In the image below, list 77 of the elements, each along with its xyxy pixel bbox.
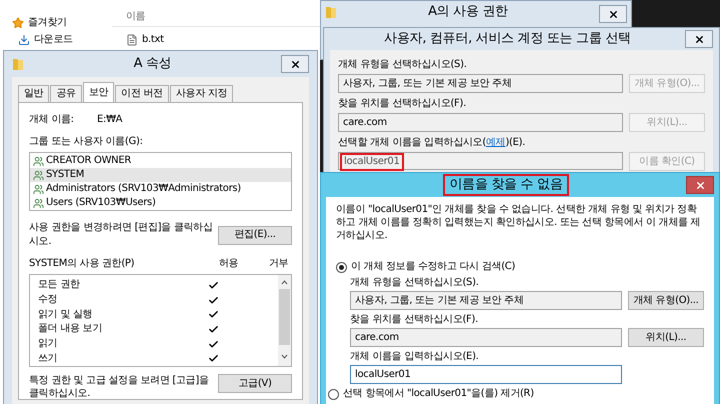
- allow-check-icon: [208, 280, 219, 291]
- close-button[interactable]: [686, 176, 714, 194]
- dialog-button[interactable]: 편집(E)...: [218, 226, 292, 244]
- location-label: 찾을 위치를 선택하십시오(F).: [338, 97, 467, 111]
- file-item[interactable]: b.txt: [112, 33, 178, 47]
- folder-icon: [325, 5, 337, 19]
- dialog-button[interactable]: 개체 유형(O)...: [628, 291, 704, 310]
- tab[interactable]: 이전 버전: [115, 85, 169, 102]
- close-button[interactable]: [281, 55, 309, 73]
- permission-name: 모든 권한: [37, 278, 81, 292]
- allow-check-icon: [208, 353, 219, 364]
- option-label: 선택 항목에서 "localUser01"을(를) 제거(R): [343, 387, 534, 401]
- radio-button[interactable]: [336, 262, 347, 272]
- groups-label: 그룹 또는 사용자 이름(G):: [29, 135, 144, 149]
- close-icon: [290, 58, 300, 70]
- permission-name: 읽기 및 실행: [37, 308, 94, 322]
- object-type-label: 개체 유형을 선택하십시오(S).: [350, 276, 480, 290]
- name-input[interactable]: localUser01: [350, 365, 622, 384]
- allow-check-icon: [208, 294, 219, 306]
- folder-icon: [12, 57, 24, 71]
- object-name: E:₩A: [97, 113, 122, 127]
- nav-item[interactable]: 즐겨찾기: [12, 16, 67, 30]
- object-name-label: 개체 이름:: [29, 113, 75, 127]
- tab[interactable]: 보안: [82, 82, 114, 102]
- tab[interactable]: 사용자 지정: [170, 85, 234, 102]
- file-icon: [126, 34, 138, 46]
- name-label: 개체 이름을 입력하십시오(E).: [350, 350, 480, 364]
- window-title: A의 사용 권한: [427, 5, 509, 19]
- location-field[interactable]: care.com: [350, 328, 622, 347]
- error-message: 이름이 "localUser01"인 개체를 찾을 수 없습니다. 선택한 개체 유형 및 위치가 정확하고 개체 이름를 정확히 입력했는지 확인하십시오. 또는 선택 항목에서 이 개체를 제거하십시오.: [336, 203, 702, 242]
- names-field[interactable]: localUser01: [340, 153, 404, 171]
- close-button[interactable]: [599, 5, 627, 23]
- close-icon: [694, 34, 704, 44]
- close-icon: [608, 8, 618, 20]
- advanced-hint: 특정 권한 및 고급 설정을 보려면 [고급]을 클릭하십시오.: [29, 374, 210, 400]
- object-type-label: 개체 유형을 선택하십시오(S).: [338, 58, 468, 72]
- column-header[interactable]: 이름: [112, 8, 320, 27]
- deny-header: 거부: [269, 257, 288, 271]
- permission-name: 수정: [37, 293, 58, 307]
- option-label: 이 개체 정보를 수정하고 다시 검색(C): [351, 260, 516, 274]
- allow-check-icon: [208, 309, 219, 320]
- dialog-button[interactable]: 고급(V): [218, 374, 292, 393]
- allow-check-icon: [208, 324, 219, 335]
- users-icon: [33, 198, 44, 208]
- nav-item[interactable]: 다운로드: [18, 33, 73, 47]
- close-button[interactable]: [685, 30, 713, 48]
- permissions-label: SYSTEM의 사용 권한(P): [29, 257, 136, 271]
- edit-hint: 사용 권한을 변경하려면 [편집]을 클릭하십시오.: [29, 221, 214, 249]
- star-icon: [12, 17, 24, 29]
- scrollbar[interactable]: [278, 275, 291, 366]
- window-title: 이름을 찾을 수 없음: [443, 174, 569, 196]
- group-row[interactable]: CREATOR OWNER: [30, 154, 291, 168]
- close-icon: [694, 180, 706, 190]
- permission-name: 쓰기: [37, 352, 58, 366]
- location-label: 찾을 위치를 선택하십시오(F).: [350, 313, 479, 327]
- download-icon: [18, 34, 30, 46]
- group-row[interactable]: SYSTEM: [30, 168, 291, 182]
- radio-button[interactable]: [328, 388, 339, 400]
- window-title: A 속성: [132, 57, 172, 71]
- permission-name: 폴더 내용 보기: [37, 322, 103, 336]
- object-type-field[interactable]: 사용자, 그룹, 또는 기본 제공 보안 주체: [338, 74, 623, 93]
- users-icon: [33, 156, 44, 166]
- examples-link[interactable]: 예제: [486, 137, 506, 148]
- users-icon: [33, 170, 44, 180]
- location-field[interactable]: care.com: [338, 113, 623, 132]
- window-title: 사용자, 컴퓨터, 서비스 계정 또는 그룹 선택: [383, 32, 632, 46]
- dialog-button[interactable]: 위치(L)...: [628, 328, 704, 347]
- users-icon: [33, 184, 44, 194]
- permission-name: 읽기: [37, 337, 58, 352]
- tab[interactable]: 일반: [18, 85, 50, 102]
- object-type-field[interactable]: 사용자, 그룹, 또는 기본 제공 보안 주체: [350, 291, 622, 310]
- group-row[interactable]: Users (SRV103₩Users): [30, 196, 291, 210]
- allow-check-icon: [208, 338, 219, 350]
- tab[interactable]: 공유: [50, 85, 82, 102]
- names-label: 선택할 개체 이름을 입력하십시오(예제)(E).: [338, 136, 526, 150]
- group-row[interactable]: Administrators (SRV103₩Administrators): [30, 182, 291, 196]
- allow-header: 허용: [219, 257, 240, 271]
